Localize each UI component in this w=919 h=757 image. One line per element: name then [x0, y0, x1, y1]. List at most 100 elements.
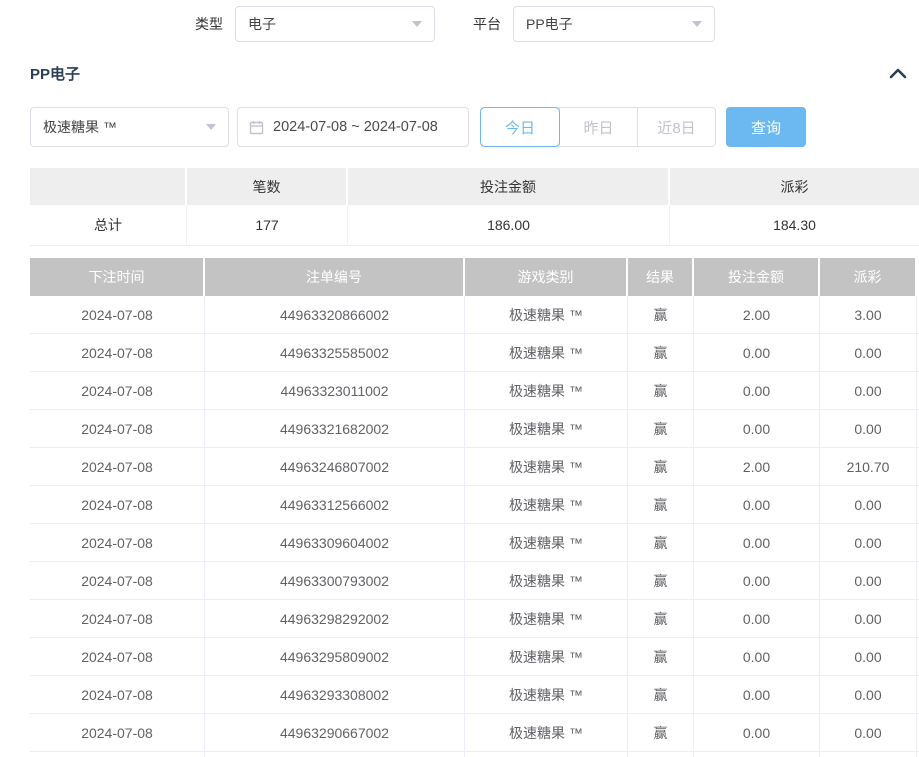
summary-header-bet-amount: 投注金额 — [348, 168, 670, 205]
table-row: 2024-07-08 44963323011002 极速糖果 ™ 赢 0.00 … — [30, 372, 919, 410]
bet-amount-cell: 0.00 — [694, 334, 820, 371]
summary-total-label: 总计 — [30, 205, 187, 245]
records-header-row: 下注时间 注单编号 游戏类别 结果 投注金额 派彩 — [30, 258, 919, 296]
summary-table: 笔数 投注金额 派彩 总计 177 186.00 184.30 — [30, 168, 919, 246]
table-row: 2024-07-08 44963246807002 极速糖果 ™ 赢 2.00 … — [30, 448, 919, 486]
table-row: 2024-07-08 44963312566002 极速糖果 ™ 赢 0.00 … — [30, 486, 919, 524]
game-type-cell: 极速糖果 ™ — [465, 448, 628, 485]
game-type-cell: 极速糖果 ™ — [465, 410, 628, 447]
yesterday-button[interactable]: 昨日 — [559, 108, 637, 146]
game-type-cell: 极速糖果 ™ — [465, 562, 628, 599]
bet-amount-cell: 0.00 — [694, 714, 820, 751]
table-row: 2024-07-08 44963321682002 极速糖果 ™ 赢 0.00 … — [30, 410, 919, 448]
table-row: 2024-07-08 44963290667002 极速糖果 ™ 赢 0.00 … — [30, 714, 919, 752]
bet-time-cell: 2024-07-08 — [30, 486, 205, 523]
bet-time-cell: 2024-07-08 — [30, 372, 205, 409]
type-select-value: 电子 — [248, 14, 276, 34]
game-type-cell: 极速糖果 ™ — [465, 372, 628, 409]
search-button[interactable]: 查询 — [726, 107, 806, 147]
chevron-down-icon — [692, 21, 702, 27]
game-type-cell: 极速糖果 ™ — [465, 334, 628, 371]
chevron-down-icon — [206, 124, 216, 130]
result-cell: 赢 — [628, 334, 694, 371]
chevron-down-icon — [412, 21, 422, 27]
quick-range-group: 今日 昨日 近8日 — [480, 107, 716, 147]
bet-amount-cell: 0.00 — [694, 486, 820, 523]
result-cell: 赢 — [628, 486, 694, 523]
order-id-cell: 44963321682002 — [205, 410, 465, 447]
payout-cell: 0.00 — [820, 676, 917, 713]
payout-cell: 0.00 — [820, 524, 917, 561]
bet-time-cell: 2024-07-08 — [30, 600, 205, 637]
table-row: 2024-07-08 44963295809002 极速糖果 ™ 赢 0.00 … — [30, 638, 919, 676]
bet-time-cell: 2024-07-08 — [30, 448, 205, 485]
result-cell: 赢 — [628, 714, 694, 751]
order-id-cell: 44963323011002 — [205, 372, 465, 409]
bet-amount-cell: 2.00 — [694, 296, 820, 333]
game-type-cell: 极速糖果 ™ — [465, 296, 628, 333]
date-range-picker[interactable]: 2024-07-08 ~ 2024-07-08 — [237, 107, 469, 147]
bet-amount-cell: 0.00 — [694, 410, 820, 447]
game-select[interactable]: 极速糖果 ™ — [30, 107, 229, 147]
betting-records-page: { "top": { "type_label": "类型", "type_val… — [0, 0, 919, 757]
payout-cell: 210.70 — [820, 448, 917, 485]
header-bet-amount: 投注金额 — [694, 258, 820, 296]
top-filter-bar: 类型 电子 平台 PP电子 — [0, 0, 919, 47]
summary-total-row: 总计 177 186.00 184.30 — [30, 205, 919, 246]
bet-amount-cell: 0.00 — [694, 638, 820, 675]
summary-header-empty — [30, 168, 187, 205]
records-body: 2024-07-08 44963320866002 极速糖果 ™ 赢 2.00 … — [30, 296, 919, 752]
bet-time-cell: 2024-07-08 — [30, 562, 205, 599]
payout-cell: 0.00 — [820, 600, 917, 637]
result-cell: 赢 — [628, 638, 694, 675]
summary-header-payout: 派彩 — [670, 168, 919, 205]
summary-header-row: 笔数 投注金额 派彩 — [30, 168, 919, 205]
today-button[interactable]: 今日 — [481, 108, 559, 146]
payout-cell: 0.00 — [820, 486, 917, 523]
order-id-cell: 44963320866002 — [205, 296, 465, 333]
game-type-cell: 极速糖果 ™ — [465, 600, 628, 637]
bet-time-cell: 2024-07-08 — [30, 524, 205, 561]
order-id-cell: 44963295809002 — [205, 638, 465, 675]
bet-amount-cell: 0.00 — [694, 562, 820, 599]
order-id-cell: 44963298292002 — [205, 600, 465, 637]
order-id-cell: 44963325585002 — [205, 334, 465, 371]
collapse-chevron-up-icon[interactable] — [885, 65, 911, 81]
result-cell: 赢 — [628, 448, 694, 485]
bet-amount-cell: 0.00 — [694, 600, 820, 637]
order-id-cell: 44963293308002 — [205, 676, 465, 713]
date-range-value: 2024-07-08 ~ 2024-07-08 — [273, 119, 438, 135]
platform-select-value: PP电子 — [526, 14, 573, 34]
result-cell: 赢 — [628, 296, 694, 333]
game-type-cell: 极速糖果 ™ — [465, 524, 628, 561]
bet-amount-cell: 2.00 — [694, 448, 820, 485]
result-cell: 赢 — [628, 562, 694, 599]
summary-count-value: 177 — [187, 205, 348, 245]
type-select[interactable]: 电子 — [235, 6, 435, 42]
table-row: 2024-07-08 44963309604002 极速糖果 ™ 赢 0.00 … — [30, 524, 919, 562]
bet-amount-cell: 0.00 — [694, 676, 820, 713]
table-row: 2024-07-08 44963300793002 极速糖果 ™ 赢 0.00 … — [30, 562, 919, 600]
order-id-cell: 44963309604002 — [205, 524, 465, 561]
payout-cell: 0.00 — [820, 410, 917, 447]
platform-label: 平台 — [473, 14, 501, 34]
order-id-cell: 44963300793002 — [205, 562, 465, 599]
header-bet-time: 下注时间 — [30, 258, 205, 296]
last-8-days-button[interactable]: 近8日 — [637, 108, 715, 146]
result-cell: 赢 — [628, 410, 694, 447]
query-toolbar: 极速糖果 ™ 2024-07-08 ~ 2024-07-08 今日 昨日 近8日… — [30, 107, 889, 147]
order-id-cell: 44963312566002 — [205, 486, 465, 523]
table-row: 2024-07-08 44963320866002 极速糖果 ™ 赢 2.00 … — [30, 296, 919, 334]
summary-bet-total-value: 186.00 — [348, 205, 670, 245]
platform-select[interactable]: PP电子 — [513, 6, 715, 42]
bet-time-cell: 2024-07-08 — [30, 714, 205, 751]
bet-amount-cell: 0.00 — [694, 372, 820, 409]
game-type-cell: 极速糖果 ™ — [465, 638, 628, 675]
table-row: 2024-07-08 44963293308002 极速糖果 ™ 赢 0.00 … — [30, 676, 919, 714]
game-type-cell: 极速糖果 ™ — [465, 714, 628, 751]
game-type-cell: 极速糖果 ™ — [465, 676, 628, 713]
result-cell: 赢 — [628, 524, 694, 561]
table-row: 2024-07-08 44963325585002 极速糖果 ™ 赢 0.00 … — [30, 334, 919, 372]
header-payout: 派彩 — [820, 258, 917, 296]
game-type-cell: 极速糖果 ™ — [465, 486, 628, 523]
